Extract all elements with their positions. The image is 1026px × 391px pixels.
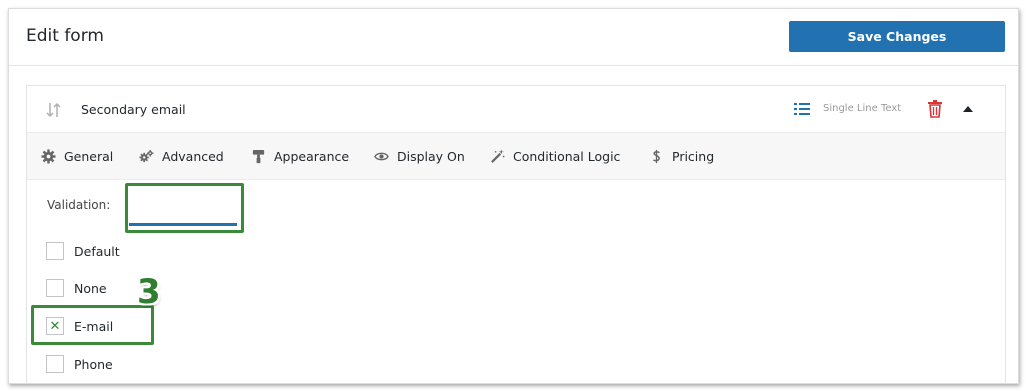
tab-display-on[interactable]: Display On <box>374 133 465 180</box>
dollar-icon <box>652 149 660 164</box>
tab-appearance-label: Appearance <box>274 149 350 164</box>
sort-arrows-icon[interactable] <box>45 101 63 119</box>
list-icon <box>794 103 810 115</box>
validation-option-none[interactable]: None <box>46 278 107 298</box>
field-tabs: General Advanced Appearance Display On C… <box>27 133 1005 233</box>
field-name: Secondary email <box>81 102 186 117</box>
page-header: Edit form Save Changes <box>9 9 1018 66</box>
checkbox-phone[interactable] <box>46 355 64 373</box>
save-changes-button[interactable]: Save Changes <box>789 21 1005 52</box>
validation-option-label: Default <box>74 243 120 259</box>
page-title: Edit form <box>26 26 104 46</box>
tab-appearance[interactable]: Appearance <box>251 133 349 180</box>
paint-roller-icon <box>252 149 265 164</box>
tab-conditional-logic[interactable]: Conditional Logic <box>490 133 620 180</box>
tab-pricing[interactable]: Pricing <box>649 133 714 180</box>
advanced-tab-highlight <box>125 183 244 233</box>
tab-advanced-label: Advanced <box>162 149 224 164</box>
validation-label: Validation: <box>47 198 111 212</box>
edit-form-panel: Edit form Save Changes Secondary email S… <box>8 8 1019 384</box>
gear-icon <box>41 149 56 164</box>
tab-conditional-logic-label: Conditional Logic <box>513 149 621 164</box>
email-option-highlight <box>31 305 154 345</box>
step-number-badge: 3 <box>137 272 161 312</box>
tab-display-on-label: Display On <box>397 149 465 164</box>
field-type: Single Line Text <box>823 103 902 114</box>
caret-up-icon[interactable] <box>962 105 974 113</box>
field-card: Secondary email Single Line Text General… <box>26 85 1006 383</box>
gears-icon <box>139 149 154 163</box>
checkbox-none[interactable] <box>46 279 64 297</box>
eye-icon <box>374 152 389 161</box>
tab-general-label: General <box>64 149 114 164</box>
validation-option-phone[interactable]: Phone <box>46 354 113 374</box>
validation-option-label: Phone <box>74 356 113 372</box>
checkbox-default[interactable] <box>46 242 64 260</box>
validation-option-default[interactable]: Default <box>46 241 120 261</box>
tab-advanced[interactable]: Advanced <box>139 133 224 180</box>
trash-icon[interactable] <box>927 100 943 118</box>
tab-pricing-label: Pricing <box>672 149 715 164</box>
magic-wand-icon <box>491 149 505 163</box>
field-header[interactable]: Secondary email Single Line Text <box>27 86 1005 133</box>
validation-option-label: None <box>74 280 107 296</box>
tab-general[interactable]: General <box>41 133 113 180</box>
